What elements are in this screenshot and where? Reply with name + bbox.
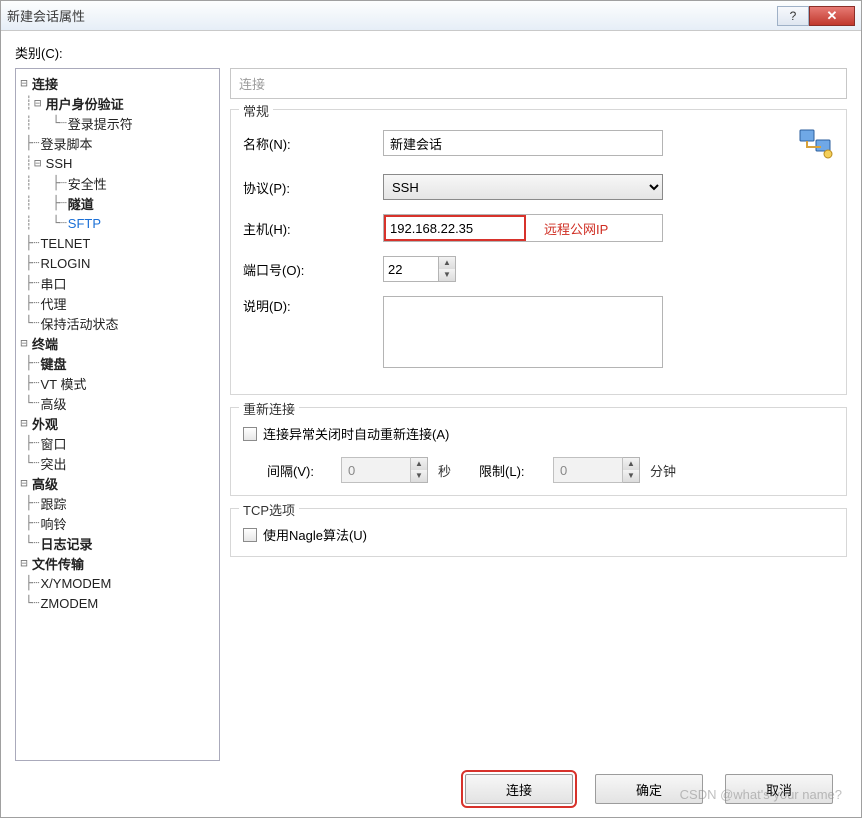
group-reconnect: 重新连接 连接异常关闭时自动重新连接(A) 间隔(V): ▲▼ 秒 限制(L):: [230, 407, 847, 496]
right-pane: 连接 常规 名称(N): 协议(P): [230, 68, 847, 761]
tree-serial[interactable]: ├┈串口: [18, 273, 219, 293]
connect-button[interactable]: 连接: [465, 774, 573, 804]
label-interval: 间隔(V):: [267, 461, 333, 480]
tree-login-prompt[interactable]: ┊ └┈登录提示符: [18, 113, 219, 133]
nagle-label: 使用Nagle算法(U): [263, 525, 367, 544]
reconnect-checkbox[interactable]: [243, 427, 257, 441]
group-reconnect-title: 重新连接: [239, 399, 299, 418]
group-general: 常规 名称(N): 协议(P):: [230, 109, 847, 395]
label-host: 主机(H):: [243, 219, 383, 238]
ok-button[interactable]: 确定: [595, 774, 703, 804]
label-protocol: 协议(P):: [243, 178, 383, 197]
label-desc: 说明(D):: [243, 296, 383, 315]
tree-security[interactable]: ┊ ├┈安全性: [18, 173, 219, 193]
description-textarea[interactable]: [383, 296, 663, 368]
tree-zmodem[interactable]: └┈ZMODEM: [18, 593, 219, 613]
name-input[interactable]: [383, 130, 663, 156]
label-limit: 限制(L):: [479, 461, 545, 480]
dialog-window: 新建会话属性 ? ✕ 类别(C): ⊟连接 ┊⊟用户身份验证 ┊ └┈登录提示符…: [0, 0, 862, 818]
tree-window[interactable]: ├┈窗口: [18, 433, 219, 453]
port-input[interactable]: [383, 256, 439, 282]
interval-unit: 秒: [438, 461, 451, 480]
tree-adv-term[interactable]: └┈高级: [18, 393, 219, 413]
reconnect-checkbox-row[interactable]: 连接异常关闭时自动重新连接(A): [243, 424, 834, 443]
reconnect-label: 连接异常关闭时自动重新连接(A): [263, 424, 449, 443]
group-tcp: TCP选项 使用Nagle算法(U): [230, 508, 847, 557]
host-input[interactable]: [386, 217, 524, 239]
category-tree[interactable]: ⊟连接 ┊⊟用户身份验证 ┊ └┈登录提示符 ├┈登录脚本 ┊⊟SSH ┊ ├┈…: [15, 68, 220, 761]
tree-bell[interactable]: ├┈响铃: [18, 513, 219, 533]
content-area: 类别(C): ⊟连接 ┊⊟用户身份验证 ┊ └┈登录提示符 ├┈登录脚本 ┊⊟S…: [1, 31, 861, 817]
limit-spinner: ▲▼: [623, 457, 640, 483]
group-tcp-title: TCP选项: [239, 500, 299, 519]
tree-proxy[interactable]: ├┈代理: [18, 293, 219, 313]
tree-terminal[interactable]: ⊟终端: [18, 333, 219, 353]
tree-auth[interactable]: ┊⊟用户身份验证: [18, 93, 219, 113]
titlebar-buttons: ? ✕: [777, 6, 855, 26]
network-icon: [798, 126, 834, 160]
tree-rlogin[interactable]: ├┈RLOGIN: [18, 253, 219, 273]
tree-xymodem[interactable]: ├┈X/YMODEM: [18, 573, 219, 593]
path-bar: 连接: [230, 68, 847, 99]
protocol-select[interactable]: SSH: [383, 174, 663, 200]
tree-keepalive[interactable]: └┈保持活动状态: [18, 313, 219, 333]
window-title: 新建会话属性: [7, 6, 777, 25]
label-port: 端口号(O):: [243, 260, 383, 279]
label-name: 名称(N):: [243, 134, 383, 153]
group-general-title: 常规: [239, 101, 273, 120]
tree-connection[interactable]: ⊟连接: [18, 73, 219, 93]
tree-sftp[interactable]: ┊ └┈SFTP: [18, 213, 219, 233]
tree-login-script[interactable]: ├┈登录脚本: [18, 133, 219, 153]
tree-ssh[interactable]: ┊⊟SSH: [18, 153, 219, 173]
tree-logging[interactable]: └┈日志记录: [18, 533, 219, 553]
limit-input: [553, 457, 623, 483]
titlebar: 新建会话属性 ? ✕: [1, 1, 861, 31]
tree-highlight[interactable]: └┈突出: [18, 453, 219, 473]
tree-telnet[interactable]: ├┈TELNET: [18, 233, 219, 253]
tree-trace[interactable]: ├┈跟踪: [18, 493, 219, 513]
tree-advanced[interactable]: ⊟高级: [18, 473, 219, 493]
button-bar: 连接 确定 取消: [15, 761, 847, 817]
help-button[interactable]: ?: [777, 6, 809, 26]
tree-keyboard[interactable]: ├┈键盘: [18, 353, 219, 373]
nagle-checkbox[interactable]: [243, 528, 257, 542]
panes: ⊟连接 ┊⊟用户身份验证 ┊ └┈登录提示符 ├┈登录脚本 ┊⊟SSH ┊ ├┈…: [15, 68, 847, 761]
tree-tunnel[interactable]: ┊ ├┈隧道: [18, 193, 219, 213]
close-button[interactable]: ✕: [809, 6, 855, 26]
port-spinner[interactable]: ▲▼: [439, 256, 456, 282]
category-label: 类别(C):: [15, 43, 847, 62]
tree-vt[interactable]: ├┈VT 模式: [18, 373, 219, 393]
tree-filetrans[interactable]: ⊟文件传输: [18, 553, 219, 573]
host-note: 远程公网IP: [526, 219, 608, 238]
interval-spinner: ▲▼: [411, 457, 428, 483]
nagle-checkbox-row[interactable]: 使用Nagle算法(U): [243, 525, 834, 544]
limit-unit: 分钟: [650, 461, 676, 480]
interval-input: [341, 457, 411, 483]
cancel-button[interactable]: 取消: [725, 774, 833, 804]
tree-appearance[interactable]: ⊟外观: [18, 413, 219, 433]
